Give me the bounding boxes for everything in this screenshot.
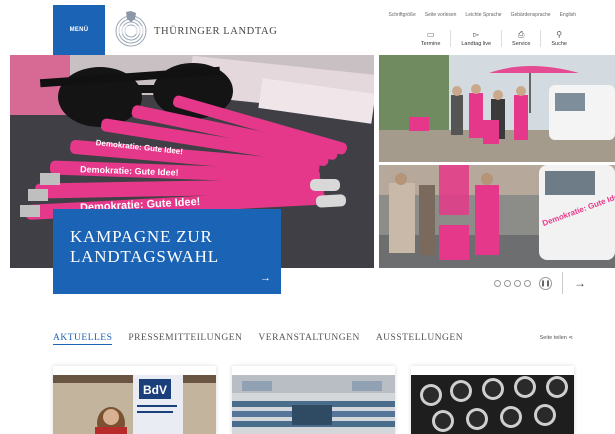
tool-label: Termine [420, 41, 441, 47]
tab-aktuelles[interactable]: AKTUELLES [53, 333, 113, 345]
logo-text: THÜRINGER LANDTAG [154, 25, 278, 37]
share-icon: ⋖ [568, 335, 573, 341]
news-card[interactable]: BdV [53, 366, 216, 434]
utility-nav: Schriftgröße Seite vorlesen Leichte Spra… [389, 12, 577, 18]
tool-termine[interactable]: ▭ Termine [411, 30, 451, 47]
card-image-conference: BdV [53, 375, 216, 434]
tool-suche[interactable]: ⚲ Suche [540, 30, 577, 47]
tab-veranstaltungen[interactable]: VERANSTALTUNGEN [258, 333, 359, 345]
hero-image-campaign-van[interactable]: Demokratie: Gute Idee! [379, 165, 615, 268]
tool-landtag-live[interactable]: ▻ Landtag live [450, 30, 501, 47]
card-image-typewriter [411, 375, 574, 434]
news-card[interactable] [232, 366, 395, 434]
slide-dot[interactable] [524, 279, 531, 287]
slide-dot[interactable] [504, 279, 511, 287]
news-card[interactable] [411, 366, 574, 434]
campaign-title-line2: LANDTAGSWAHL [70, 247, 219, 266]
divider [562, 272, 563, 294]
document-icon: ⎙ [518, 30, 525, 39]
read-aloud-link[interactable]: Seite vorlesen [425, 12, 457, 18]
english-link[interactable]: English [560, 12, 576, 18]
campaign-title-line1: KAMPAGNE ZUR [70, 227, 213, 246]
sign-language-link[interactable]: Gebärdensprache [511, 12, 551, 18]
campaign-teaser[interactable]: KAMPAGNE ZUR LANDTAGSWAHL → [53, 209, 281, 294]
landtag-emblem-icon [115, 11, 147, 47]
news-tabs: AKTUELLES PRESSEMITTEILUNGEN VERANSTALTU… [53, 333, 463, 345]
card-sign-text: BdV [143, 383, 167, 397]
arrow-right-icon[interactable]: → [260, 272, 271, 284]
calendar-icon: ▭ [426, 30, 435, 39]
share-label: Seite teilen [539, 335, 567, 341]
slider-controls: ❚❚ → [494, 272, 586, 294]
next-slide-icon[interactable]: → [574, 276, 586, 290]
card-image-plenary [232, 375, 395, 434]
video-icon: ▻ [473, 30, 480, 39]
slide-dot[interactable] [494, 279, 501, 287]
font-size-link[interactable]: Schriftgröße [389, 12, 416, 18]
tab-pressemitteilungen[interactable]: PRESSEMITTEILUNGEN [128, 333, 242, 345]
tool-service[interactable]: ⎙ Service [501, 30, 540, 47]
tool-label: Suche [551, 41, 567, 47]
tab-ausstellungen[interactable]: AUSSTELLUNGEN [376, 333, 463, 345]
tool-label: Landtag live [461, 41, 492, 47]
logo[interactable]: THÜRINGER LANDTAG [114, 10, 277, 48]
search-icon: ⚲ [556, 30, 563, 39]
easy-language-link[interactable]: Leichte Sprache [465, 12, 501, 18]
share-page-button[interactable]: Seite teilen ⋖ [540, 335, 573, 341]
pause-icon[interactable]: ❚❚ [539, 276, 552, 290]
hero-image-info-stand[interactable] [379, 55, 615, 162]
menu-button[interactable]: MENÜ [53, 5, 105, 55]
tool-nav: ▭ Termine ▻ Landtag live ⎙ Service ⚲ Suc… [411, 30, 577, 47]
tool-label: Service [512, 41, 531, 47]
slide-dot[interactable] [514, 279, 521, 287]
